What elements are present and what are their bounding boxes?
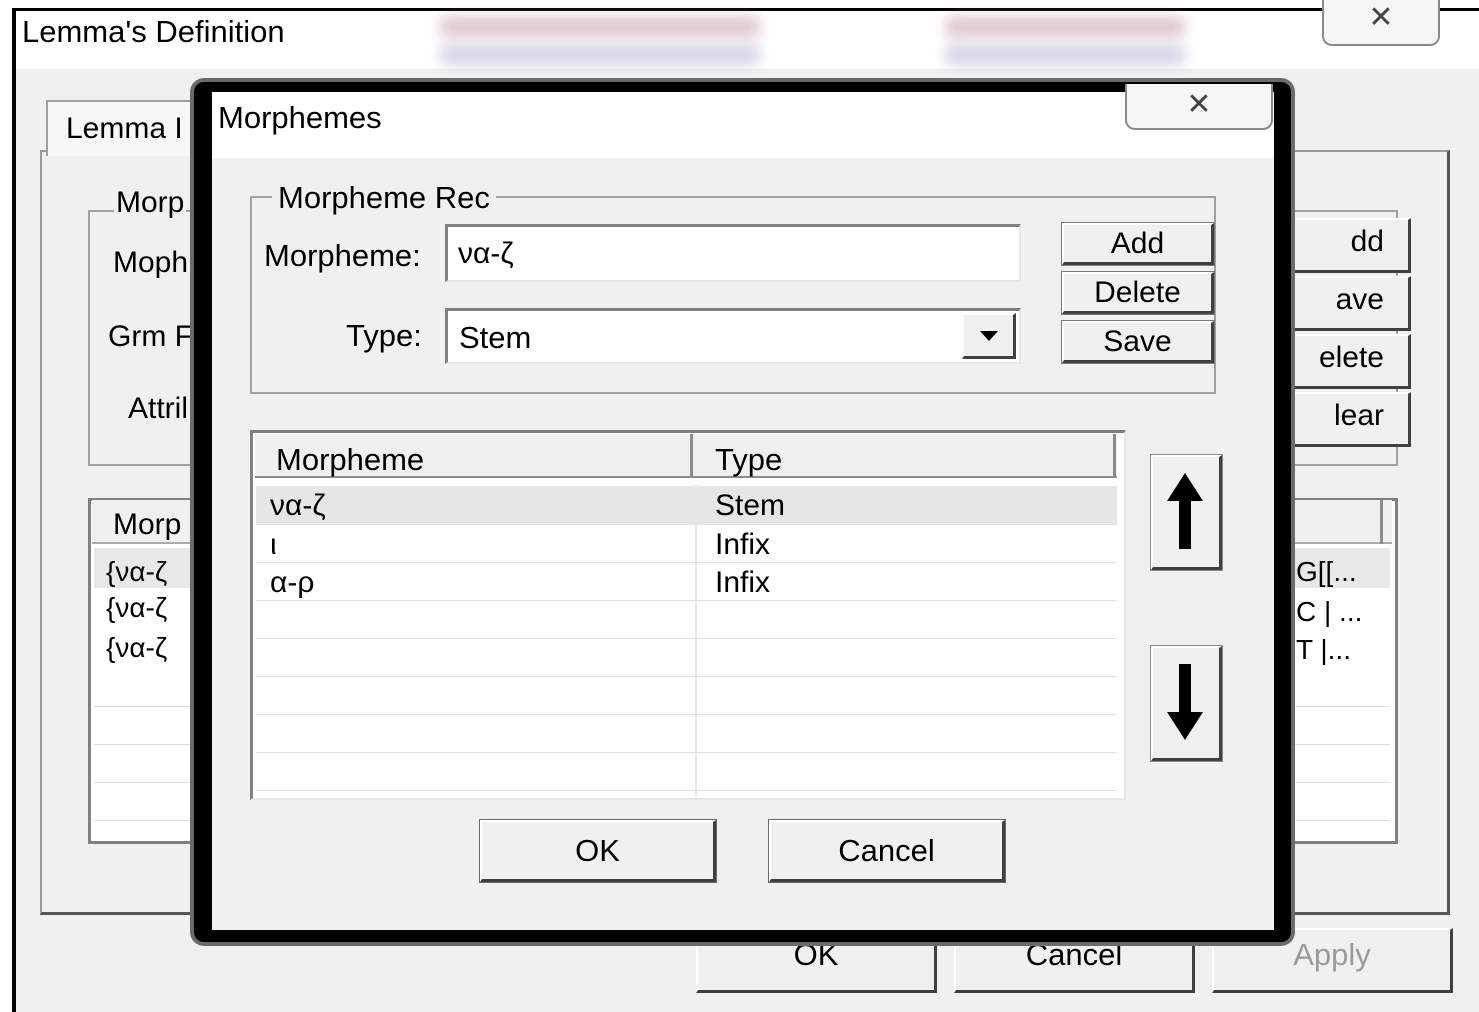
list-item[interactable]: {να-ζ (106, 632, 167, 664)
morpheme-label: Moph (113, 246, 189, 279)
ok-button[interactable]: OK (480, 820, 716, 882)
arrow-up-icon (1167, 473, 1203, 549)
group-title: Morp (114, 186, 187, 220)
arrow-down-icon (1167, 664, 1203, 740)
morpheme-input[interactable] (445, 224, 1021, 282)
list-header-morpheme: Morp (113, 508, 182, 541)
move-up-button[interactable] (1151, 455, 1222, 570)
dialog-title: Morphemes (218, 100, 382, 135)
table-row-selected[interactable] (256, 486, 1117, 524)
dropdown-arrow-button[interactable] (962, 313, 1016, 359)
cell-type[interactable]: Infix (715, 528, 770, 562)
list-item-detail: C | ... (1296, 596, 1363, 627)
type-select-value: Stem (459, 320, 532, 355)
grm-label: Grm F (108, 320, 193, 353)
type-label: Type: (346, 318, 422, 353)
list-item-detail: T |... (1296, 634, 1351, 665)
cell-type[interactable]: Infix (715, 566, 770, 600)
list-item-detail: G[[... (1296, 556, 1357, 587)
column-header-morpheme[interactable]: Morpheme (276, 442, 424, 478)
type-select[interactable] (445, 308, 1021, 364)
morpheme-label: Morpheme: (264, 238, 421, 273)
save-button[interactable]: Save (1062, 321, 1214, 363)
tab-lemma[interactable]: Lemma I (46, 100, 206, 156)
cell-morpheme[interactable]: ι (270, 528, 277, 562)
move-down-button[interactable] (1151, 646, 1222, 761)
cell-morpheme[interactable]: να-ζ (270, 489, 326, 523)
cell-type[interactable]: Stem (715, 489, 785, 523)
delete-button[interactable]: Delete (1062, 272, 1214, 314)
add-button[interactable]: Add (1062, 223, 1214, 265)
group-title: Morpheme Rec (272, 180, 496, 216)
window-title: Lemma's Definition (22, 14, 285, 49)
list-item[interactable]: {να-ζ (106, 592, 167, 624)
attributes-label: Attril (128, 392, 188, 425)
dialog-close-icon[interactable]: ✕ (1125, 84, 1273, 130)
list-item[interactable]: {να-ζ (106, 556, 167, 588)
window-close-icon[interactable]: ✕ (1322, 0, 1440, 46)
column-header-type[interactable]: Type (715, 442, 782, 478)
cancel-button[interactable]: Cancel (769, 820, 1005, 882)
chevron-down-icon (980, 331, 998, 341)
cell-morpheme[interactable]: α-ρ (270, 566, 314, 600)
